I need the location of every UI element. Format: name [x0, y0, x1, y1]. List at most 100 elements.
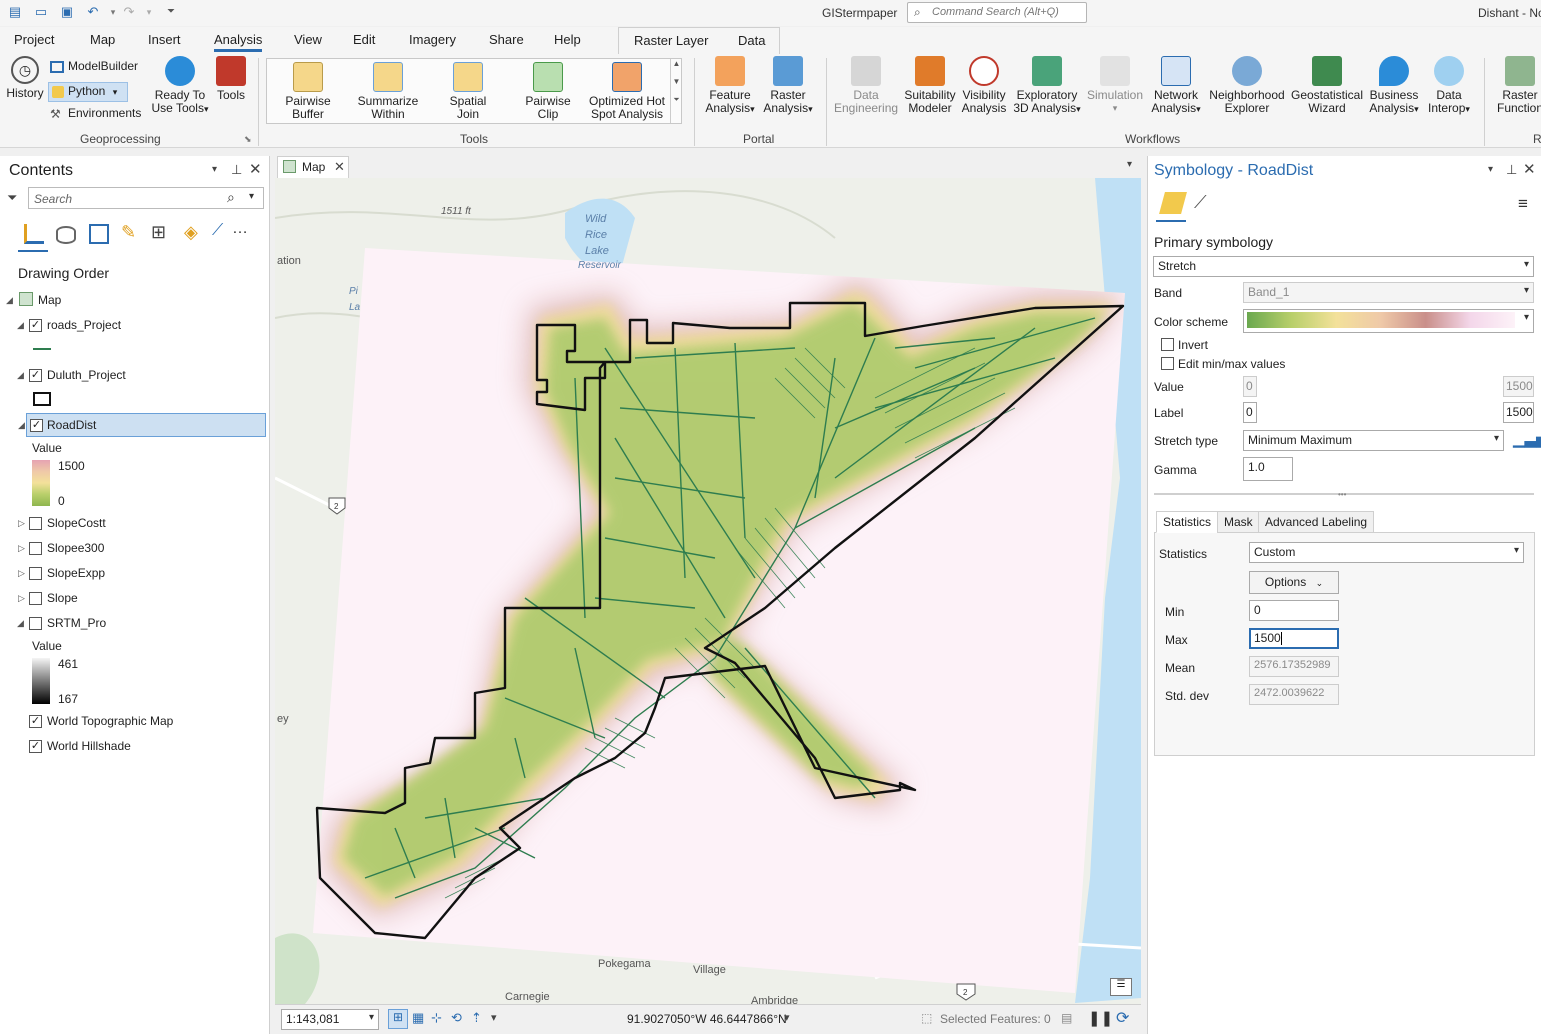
toc-layer-slopee300[interactable]: ▷ Slopee300	[0, 538, 268, 560]
close-icon[interactable]: ✕	[1523, 160, 1536, 178]
symbology-method-select[interactable]: Stretch	[1153, 256, 1534, 277]
value-min-field[interactable]: 0	[1243, 376, 1257, 397]
status-dropdown-icon[interactable]: ▾	[491, 1011, 497, 1024]
expand-icon[interactable]: ▷	[18, 593, 25, 604]
map-canvas[interactable]: 1511 ft Wild Rice Lake Reservoir ation P…	[275, 178, 1141, 1004]
pairwise-buffer-button[interactable]: Pairwise Buffer	[273, 62, 343, 121]
color-scheme-select[interactable]	[1243, 309, 1534, 333]
menu-icon[interactable]: ≡	[1518, 194, 1528, 214]
feature-analysis-button[interactable]: Feature Analysis▾	[700, 56, 760, 116]
north-arrow-icon[interactable]: ⇡	[471, 1010, 482, 1026]
srtm-legend-ramp[interactable]	[32, 658, 50, 704]
tab-advanced-labeling[interactable]: Advanced Labeling	[1258, 511, 1375, 533]
open-project-icon[interactable]: ▭	[32, 4, 50, 20]
invert-checkbox[interactable]	[1161, 338, 1174, 351]
options-button[interactable]: Options ⌄	[1249, 571, 1339, 594]
spatial-join-button[interactable]: Spatial Join	[433, 62, 503, 121]
save-icon[interactable]: ▣	[58, 4, 76, 20]
tab-insert[interactable]: Insert	[148, 32, 181, 47]
toc-layer-slopecostt[interactable]: ▷ SlopeCostt	[0, 513, 268, 535]
tab-list-dropdown-icon[interactable]: ▾	[1127, 159, 1132, 170]
geostatistical-wizard-button[interactable]: Geostatistical Wizard	[1290, 56, 1364, 115]
pause-icon[interactable]: ❚❚	[1088, 1009, 1113, 1027]
rotation-icon[interactable]: ⟲	[451, 1010, 462, 1026]
layer-visibility-checkbox[interactable]: ✓	[29, 369, 42, 382]
simulation-button[interactable]: Simulation ▾	[1084, 56, 1146, 115]
suitability-modeler-button[interactable]: Suitability Modeler	[900, 56, 960, 115]
std-dev-field[interactable]: 2472.0039622	[1249, 684, 1339, 705]
list-by-snapping-icon[interactable]: ⊞	[151, 222, 166, 243]
toc-layer-slopeexpp[interactable]: ▷ SlopeExpp	[0, 563, 268, 585]
pane-options-icon[interactable]: ▾	[1488, 164, 1493, 175]
toc-layer-slope[interactable]: ▷ Slope	[0, 588, 268, 610]
redo-dropdown-icon[interactable]: ▾	[140, 4, 158, 20]
command-search-input[interactable]: ⌕ Command Search (Alt+Q)	[907, 2, 1087, 23]
tab-raster-layer[interactable]: Raster Layer	[634, 33, 708, 48]
data-engineering-button[interactable]: Data Engineering	[834, 56, 898, 115]
python-button[interactable]: Python ▾	[48, 82, 128, 102]
primary-symbology-icon[interactable]	[1159, 192, 1187, 214]
map-view[interactable]: 1511 ft Wild Rice Lake Reservoir ation P…	[275, 178, 1141, 1004]
expand-icon[interactable]: ▷	[18, 518, 25, 529]
close-icon[interactable]: ✕	[249, 160, 262, 178]
gamma-field[interactable]: 1.0	[1243, 457, 1293, 481]
pane-options-icon[interactable]: ▾	[212, 164, 217, 175]
tab-help[interactable]: Help	[554, 32, 581, 47]
refresh-icon[interactable]: ⟳	[1116, 1008, 1129, 1028]
map-view-tab[interactable]: Map ✕	[277, 156, 349, 178]
collapse-icon[interactable]: ◢	[6, 295, 13, 306]
layer-visibility-checkbox[interactable]: ✓	[29, 740, 42, 753]
raster-analysis-button[interactable]: Raster Analysis▾	[758, 56, 818, 116]
tab-share[interactable]: Share	[489, 32, 524, 47]
toc-layer-topo[interactable]: ✓ World Topographic Map	[0, 711, 268, 733]
network-analysis-button[interactable]: Network Analysis▾	[1148, 56, 1204, 116]
toc-layer-duluth[interactable]: ◢ ✓ Duluth_Project	[0, 365, 268, 387]
grid-icon[interactable]: ▦	[412, 1010, 424, 1026]
layer-visibility-checkbox[interactable]	[29, 567, 42, 580]
map-legend-toggle-icon[interactable]: ☰	[1110, 978, 1132, 996]
user-name[interactable]: Dishant - Nc	[1478, 6, 1541, 20]
tools-button[interactable]: Tools	[212, 56, 250, 102]
label-min-field[interactable]: 0	[1243, 402, 1257, 423]
geoprocessing-launcher-icon[interactable]: ⬊	[244, 134, 252, 145]
toc-layer-srtm[interactable]: ◢ SRTM_Pro	[0, 613, 268, 635]
customize-qat-icon[interactable]: ⏷	[162, 4, 180, 20]
layer-visibility-checkbox[interactable]	[29, 517, 42, 530]
data-interop-button[interactable]: Data Interop▾	[1424, 56, 1474, 116]
max-field[interactable]: 1500	[1249, 628, 1339, 649]
histogram-icon[interactable]: ▁▃▅	[1513, 430, 1541, 448]
collapse-icon[interactable]: ◢	[18, 420, 25, 431]
redo-icon[interactable]: ↷	[120, 4, 138, 20]
pin-icon[interactable]: ⊥	[231, 162, 242, 178]
visibility-analysis-button[interactable]: Visibility Analysis	[958, 56, 1010, 115]
environments-button[interactable]: ⚒ Environments	[50, 107, 150, 121]
pairwise-clip-button[interactable]: Pairwise Clip	[513, 62, 583, 121]
list-by-editing-icon[interactable]: ✎	[121, 222, 136, 243]
search-dropdown-icon[interactable]: ▾	[249, 191, 254, 202]
gallery-scroll[interactable]: ▲ ▼ ⏷	[670, 59, 682, 123]
collapse-icon[interactable]: ◢	[17, 320, 24, 331]
scale-selector[interactable]: 1:143,081	[281, 1009, 379, 1030]
raster-function-button[interactable]: Raster Function	[1490, 56, 1541, 115]
layer-visibility-checkbox[interactable]: ✓	[29, 715, 42, 728]
tab-view[interactable]: View	[294, 32, 322, 47]
close-tab-icon[interactable]: ✕	[334, 159, 345, 175]
list-by-source-icon[interactable]	[56, 226, 76, 244]
table-icon[interactable]: ▤	[1061, 1011, 1072, 1025]
roads-line-symbol[interactable]	[33, 348, 51, 350]
tab-statistics[interactable]: Statistics	[1156, 511, 1219, 533]
label-max-field[interactable]: 1500	[1503, 402, 1534, 423]
tab-data[interactable]: Data	[738, 33, 765, 48]
summarize-within-button[interactable]: Summarize Within	[353, 62, 423, 121]
statistics-select[interactable]: Custom	[1249, 542, 1524, 563]
duluth-polygon-symbol[interactable]	[33, 392, 51, 406]
optimized-hot-spot-button[interactable]: Optimized Hot Spot Analysis	[585, 62, 669, 121]
tab-analysis[interactable]: Analysis	[214, 32, 263, 52]
toc-map[interactable]: ◢ Map	[0, 290, 268, 312]
more-options-icon[interactable]: …	[232, 220, 248, 238]
filter-icon[interactable]: ⏷	[7, 190, 17, 206]
list-by-selection-icon[interactable]	[89, 224, 109, 244]
history-button[interactable]: ◷ History	[4, 56, 46, 100]
ready-to-use-tools-button[interactable]: Ready To Use Tools▾	[150, 56, 210, 116]
tab-project[interactable]: Project	[14, 32, 54, 47]
